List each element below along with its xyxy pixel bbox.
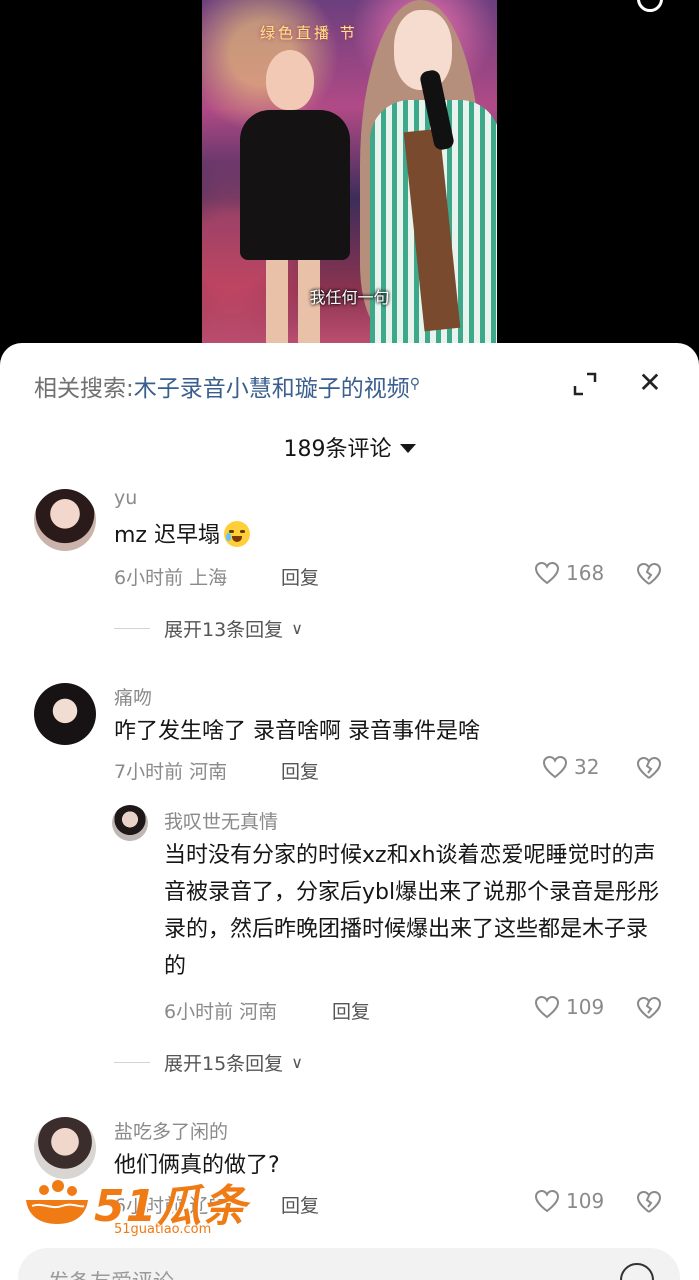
broken-heart-icon[interactable] — [636, 996, 662, 1020]
comment-text: 咋了发生啥了 录音啥啊 录音事件是啥 — [114, 719, 480, 744]
reply-username[interactable]: 我叹世无真情 — [164, 807, 278, 834]
search-icon[interactable] — [637, 0, 663, 12]
comment-input[interactable]: 发条友爱评论 — [18, 1248, 680, 1280]
broken-heart-icon[interactable] — [636, 756, 662, 780]
comment-input-placeholder: 发条友爱评论 — [48, 1266, 174, 1280]
reply-button[interactable]: 回复 — [332, 997, 370, 1024]
comment-username[interactable]: yu — [114, 487, 137, 509]
reply-avatar[interactable] — [112, 805, 148, 841]
comment-count: 189条评论 — [283, 437, 392, 462]
like-button[interactable]: 109 — [534, 995, 604, 1019]
close-icon[interactable]: ✕ — [636, 369, 664, 397]
like-button[interactable]: 168 — [534, 561, 604, 585]
video-subtitle: 我任何一句 — [309, 288, 390, 307]
video-frame[interactable]: 绿色直播 节 我任何一句 — [202, 0, 497, 360]
heart-icon — [534, 561, 560, 585]
performer-left — [232, 44, 352, 360]
site-watermark: 51瓜条 51guatiao.com — [22, 1170, 252, 1240]
like-button[interactable]: 109 — [534, 1189, 604, 1213]
like-count: 109 — [566, 1189, 605, 1213]
comment-meta: 6小时前 上海 — [114, 567, 228, 589]
stage-banner: 绿色直播 节 — [260, 24, 358, 42]
comment-text: mz 迟早塌 — [114, 517, 250, 554]
crying-emoji-icon — [223, 521, 250, 547]
like-count: 32 — [574, 755, 600, 779]
comment-sheet: 相关搜索:木子录音小慧和璇子的视频⚲ ✕ 189条评论 yu mz 迟早塌 6小… — [0, 343, 699, 1280]
chevron-down-icon: ∨ — [291, 619, 303, 638]
avatar[interactable] — [34, 683, 96, 745]
expand-replies-button[interactable]: 展开13条回复 ∨ — [114, 615, 303, 642]
expand-replies-button[interactable]: 展开15条回复 ∨ — [114, 1049, 303, 1076]
like-count: 109 — [566, 995, 605, 1019]
chevron-down-icon: ∨ — [291, 1053, 303, 1072]
broken-heart-icon[interactable] — [636, 1190, 662, 1214]
search-icon: ⚲ — [409, 376, 421, 392]
comment-meta: 7小时前 河南 — [114, 761, 228, 783]
caret-down-icon — [399, 444, 416, 453]
watermark-url: 51guatiao.com — [114, 1222, 212, 1237]
reply-button[interactable]: 回复 — [281, 563, 319, 590]
like-button[interactable]: 32 — [542, 755, 599, 779]
bowl-logo-icon — [26, 1180, 88, 1224]
heart-icon — [542, 755, 568, 779]
comment-count-sort[interactable]: 189条评论 — [0, 431, 699, 463]
related-search-term[interactable]: 木子录音小慧和璇子的视频 — [134, 376, 410, 402]
heart-icon — [534, 1189, 560, 1213]
related-search[interactable]: 相关搜索:木子录音小慧和璇子的视频⚲ — [34, 369, 420, 403]
reply-text: 当时没有分家的时候xz和xh谈着恋爱呢睡觉时的声音被录音了，分家后ybl爆出来了… — [164, 843, 660, 979]
reply-button[interactable]: 回复 — [281, 757, 319, 784]
expand-icon[interactable] — [572, 371, 598, 397]
video-player[interactable]: 绿色直播 节 我任何一句 — [0, 0, 699, 360]
avatar[interactable] — [34, 489, 96, 551]
related-search-prefix: 相关搜索: — [34, 376, 134, 402]
broken-heart-icon[interactable] — [636, 562, 662, 586]
like-count: 168 — [566, 561, 605, 585]
reply-button[interactable]: 回复 — [281, 1191, 319, 1218]
comment-username[interactable]: 痛吻 — [114, 683, 152, 710]
heart-icon — [534, 995, 560, 1019]
comment-username[interactable]: 盐吃多了闲的 — [114, 1117, 228, 1144]
reply-meta: 6小时前 河南 — [164, 1001, 278, 1023]
